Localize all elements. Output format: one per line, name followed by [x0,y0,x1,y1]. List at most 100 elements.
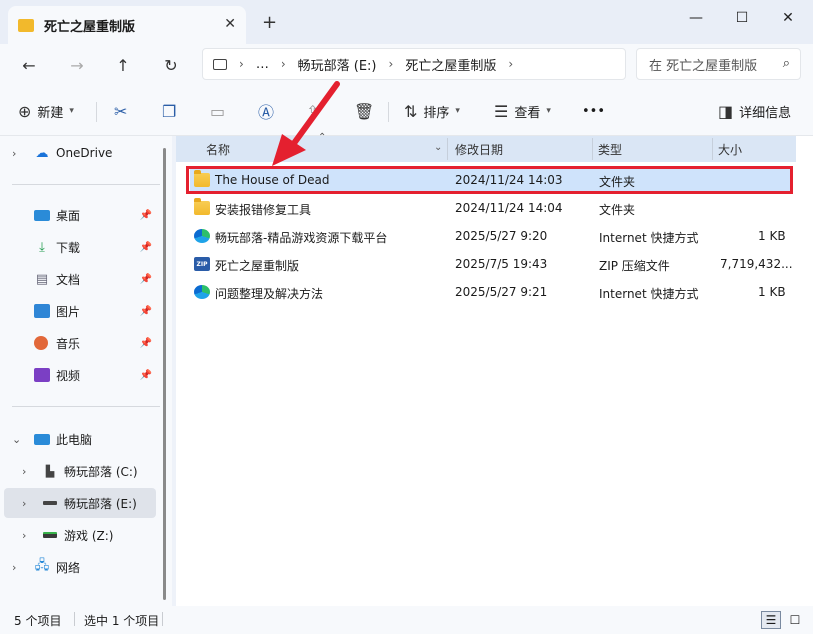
paste-icon: ▭ [210,101,226,121]
file-list: 名称 ⌃ ⌄ 修改日期 类型 大小 The House of Dead 2024… [176,132,813,606]
chevron-right-icon: › [12,146,17,160]
new-button[interactable]: ⊕ 新建 ▾ [18,100,74,122]
drive-icon [42,496,58,510]
copy-icon: ❐ [162,101,177,121]
chevron-down-icon[interactable]: ⌄ [434,142,442,153]
forward-button[interactable]: → [62,52,92,78]
sidebar-item-desktop[interactable]: 桌面 📌 [4,200,156,230]
pc-icon [34,433,50,445]
column-header-size[interactable]: 大小 [718,136,742,162]
pin-icon[interactable]: 📌 [140,306,152,317]
minimize-button[interactable]: — [676,6,716,30]
cut-button[interactable]: ✂ [114,100,127,122]
pin-icon[interactable]: 📌 [140,338,152,349]
zip-icon: ZIP [194,257,210,271]
table-row[interactable]: 安装报错修复工具 2024/11/24 14:04 文件夹 [190,196,792,222]
paste-button[interactable]: ▭ [210,100,225,122]
title-bar: 死亡之屋重制版 ✕ + — ☐ ✕ [0,0,813,44]
view-button[interactable]: ☰ 查看 ▾ [494,100,551,122]
column-header-name[interactable]: 名称 [206,136,230,162]
folder-icon [194,198,210,215]
chevron-down-icon: ⌄ [12,432,22,446]
navigation-bar: ← → ↑ ↻ › … › 畅玩部落 (E:) › 死亡之屋重制版 › 在 死亡… [0,44,813,86]
back-button[interactable]: ← [14,52,44,78]
breadcrumb-overflow[interactable]: … [256,57,269,72]
close-window-button[interactable]: ✕ [768,6,808,30]
command-bar: ⊕ 新建 ▾ ✂ ❐ ▭ Ⓐ ⇪ 🗑 ⇅ 排序 ▾ ☰ 查看 ▾ ••• ◨ 详… [0,86,813,136]
scissors-icon: ✂ [114,101,128,121]
download-icon: ⤓ [39,239,45,255]
column-header-type[interactable]: 类型 [598,136,622,162]
share-button[interactable]: ⇪ [306,100,319,122]
folder-icon [18,18,34,32]
pin-icon[interactable]: 📌 [140,274,152,285]
search-icon: ⌕ [782,56,790,71]
document-icon: ▤ [35,271,49,287]
search-input[interactable]: 在 死亡之屋重制版 ⌕ [636,48,801,80]
sidebar-item-drive-e[interactable]: › 畅玩部落 (E:) [4,488,156,518]
chevron-right-icon: › [280,57,286,71]
sort-icon: ⇅ [404,101,418,121]
new-label: 新建 [37,105,64,121]
details-pane-button[interactable]: ◨ 详细信息 [718,100,791,122]
navigation-pane: › ☁ OneDrive 桌面 📌 ⤓ 下载 📌 ▤ 文档 📌 图片 📌 音乐 … [0,136,172,606]
tab-active[interactable]: 死亡之屋重制版 ✕ [8,6,246,44]
desktop-icon [34,209,50,221]
up-button[interactable]: ↑ [108,52,138,78]
annotation-highlight-box [186,166,793,194]
internet-shortcut-icon [194,285,210,299]
sidebar-item-music[interactable]: 音乐 📌 [4,328,156,358]
trash-icon: 🗑 [354,101,375,121]
breadcrumb-folder[interactable]: 死亡之屋重制版 [405,55,496,74]
table-row[interactable]: 问题整理及解决方法 2025/5/27 9:21 Internet 快捷方式 1… [190,280,792,306]
view-label: 查看 [514,105,541,121]
column-header-date[interactable]: 修改日期 [455,136,503,162]
search-placeholder: 在 死亡之屋重制版 [649,58,758,74]
delete-button[interactable]: 🗑 [354,100,374,122]
details-view-icon[interactable]: ☰ [761,611,781,629]
chevron-right-icon: › [22,528,27,542]
sidebar-item-this-pc[interactable]: ⌄ 此电脑 [4,424,156,454]
pin-icon[interactable]: 📌 [140,242,152,253]
close-tab-icon[interactable]: ✕ [224,16,236,32]
status-bar: 5 个项目 选中 1 个项目 ☰ ☐ [0,606,813,634]
refresh-button[interactable]: ↻ [156,52,186,78]
table-row[interactable]: 畅玩部落-精品游戏资源下载平台 2025/5/27 9:20 Internet … [190,224,792,250]
sidebar-item-onedrive[interactable]: › ☁ OneDrive [4,138,156,168]
new-tab-button[interactable]: + [262,12,277,33]
sidebar-item-pictures[interactable]: 图片 📌 [4,296,156,326]
rename-icon: Ⓐ [258,103,275,122]
sort-button[interactable]: ⇅ 排序 ▾ [404,100,460,122]
sidebar-item-drive-z[interactable]: › 游戏 (Z:) [4,520,156,550]
pin-icon[interactable]: 📌 [140,210,152,221]
chevron-down-icon: ▾ [69,106,74,116]
table-row[interactable]: ZIP 死亡之屋重制版 2025/7/5 19:43 ZIP 压缩文件 7,71… [190,252,793,278]
breadcrumb-drive[interactable]: 畅玩部落 (E:) [298,55,377,74]
rename-button[interactable]: Ⓐ [258,100,274,122]
selection-count: 选中 1 个项目 [84,614,160,628]
more-options-button[interactable]: ••• [582,100,605,122]
chevron-right-icon: › [508,57,514,71]
address-bar[interactable]: › … › 畅玩部落 (E:) › 死亡之屋重制版 › [202,48,626,80]
tiles-view-icon[interactable]: ☐ [785,611,805,629]
item-count: 5 个项目 [14,614,62,628]
sidebar-scrollbar[interactable] [163,148,166,600]
details-pane-icon: ◨ [718,101,734,121]
details-label: 详细信息 [739,105,792,121]
sidebar-item-videos[interactable]: 视频 📌 [4,360,156,390]
copy-button[interactable]: ❐ [162,100,176,122]
pin-icon[interactable]: 📌 [140,370,152,381]
view-list-icon: ☰ [494,101,509,121]
sidebar-item-downloads[interactable]: ⤓ 下载 📌 [4,232,156,262]
sidebar-item-drive-c[interactable]: › ▙ 畅玩部落 (C:) [4,456,156,486]
drive-icon [42,528,58,542]
network-icon: 🖧 [34,558,50,573]
chevron-right-icon: › [22,496,27,510]
sidebar-item-documents[interactable]: ▤ 文档 📌 [4,264,156,294]
chevron-right-icon: › [388,57,394,71]
chevron-right-icon: › [12,560,17,574]
internet-shortcut-icon [194,229,210,243]
maximize-button[interactable]: ☐ [722,6,762,30]
plus-circle-icon: ⊕ [18,101,32,121]
sidebar-item-network[interactable]: › 🖧 网络 [4,552,156,582]
